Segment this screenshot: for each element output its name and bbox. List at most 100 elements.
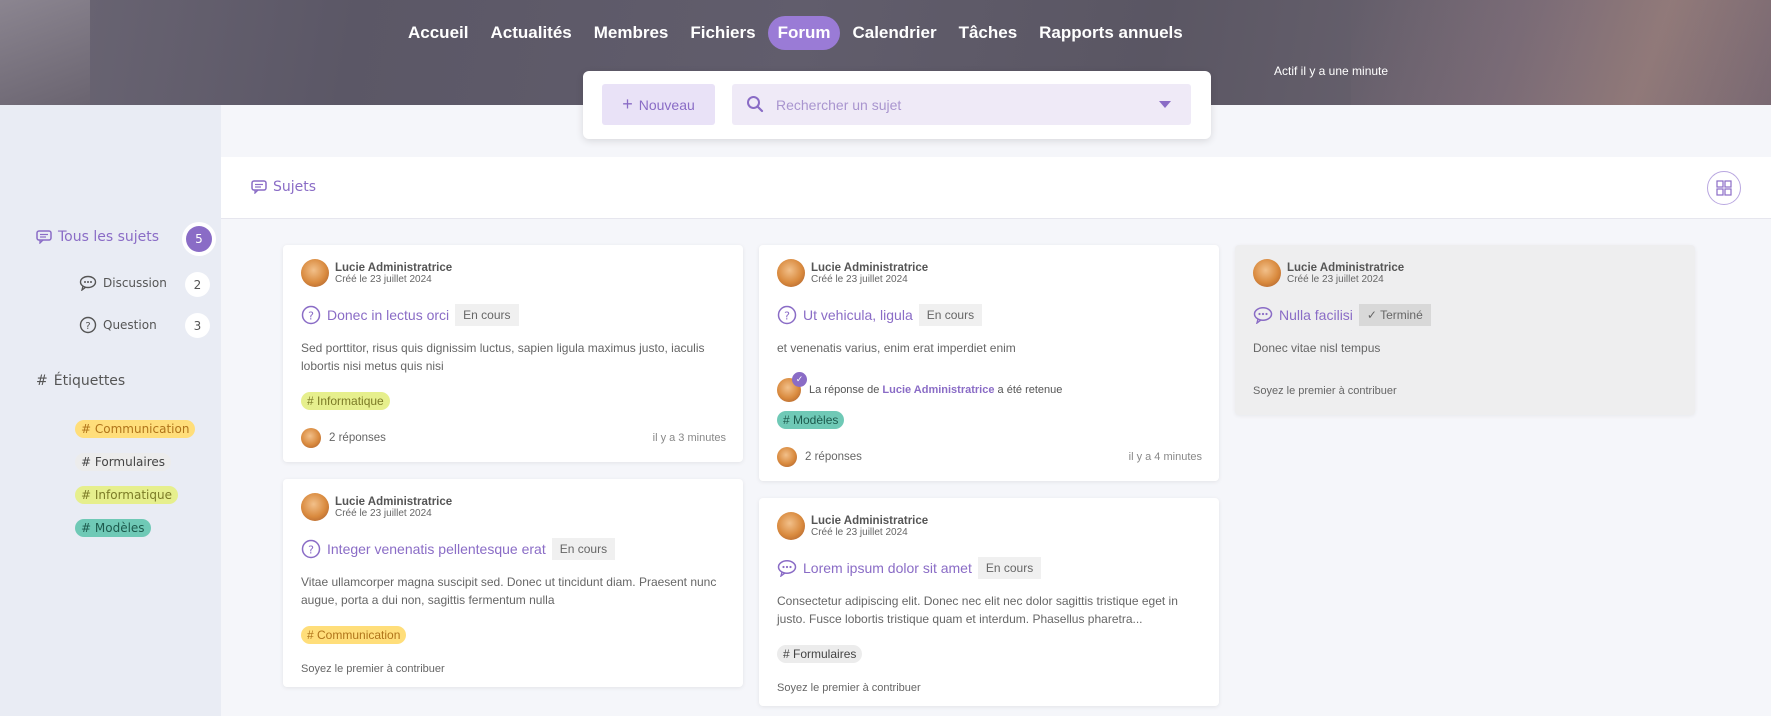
- page-title: Sujets: [251, 179, 316, 195]
- grid-view-toggle[interactable]: [1707, 171, 1741, 205]
- nav-item-calendrier[interactable]: Calendrier: [842, 16, 946, 50]
- topic-excerpt: Sed porttitor, risus quis dignissim luct…: [301, 341, 705, 373]
- sidebar-tag-modeles[interactable]: # Modèles: [75, 519, 151, 537]
- reply-count[interactable]: 2 réponses: [805, 451, 862, 463]
- nav-item-taches[interactable]: Tâches: [949, 16, 1028, 50]
- topic-card[interactable]: Lucie Administratrice Créé le 23 juillet…: [283, 245, 743, 462]
- topic-card[interactable]: Lucie Administratrice Créé le 23 juillet…: [283, 479, 743, 687]
- chevron-down-icon[interactable]: [1159, 101, 1171, 108]
- card-title-row: ? Donec in lectus orci En cours: [301, 304, 519, 326]
- discussion-count: 2: [185, 272, 210, 297]
- avatar: ✓: [777, 372, 807, 402]
- sidebar-item-label: Discussion: [103, 276, 167, 290]
- chat-bubble-icon: [777, 560, 797, 577]
- card-footer: 2 réponses: [777, 447, 862, 467]
- nav-item-fichiers[interactable]: Fichiers: [680, 16, 765, 50]
- nav-item-actualites[interactable]: Actualités: [480, 16, 581, 50]
- new-topic-button[interactable]: + Nouveau: [602, 84, 715, 125]
- topic-title[interactable]: Nulla facilisi: [1279, 307, 1353, 323]
- search-input[interactable]: [776, 84, 1146, 125]
- topic-excerpt: Consectetur adipiscing elit. Donec nec e…: [777, 594, 1178, 626]
- status-badge: En cours: [551, 538, 616, 560]
- nav-item-accueil[interactable]: Accueil: [398, 16, 478, 50]
- sidebar-item-label: Question: [103, 318, 157, 332]
- main-header: Sujets: [221, 157, 1771, 219]
- status-badge: En cours: [977, 557, 1042, 579]
- search-field: [732, 84, 1191, 125]
- search-panel: + Nouveau: [583, 71, 1211, 139]
- chat-bubble-icon: [1253, 307, 1273, 324]
- avatar: [777, 259, 805, 287]
- activity-status: Actif il y a une minute: [1274, 64, 1389, 78]
- sidebar-item-all-topics[interactable]: Tous les sujets: [36, 229, 159, 245]
- banner-decoration: [0, 0, 90, 105]
- topic-excerpt: Vitae ullamcorper magna suscipit sed. Do…: [301, 575, 717, 607]
- sidebar: Tous les sujets 5 Discussion 2 ? Questio…: [0, 105, 221, 716]
- first-contribution-link[interactable]: Soyez le premier à contribuer: [777, 682, 921, 694]
- card-author: Lucie Administratrice Créé le 23 juillet…: [301, 493, 452, 521]
- topic-card[interactable]: Lucie Administratrice Créé le 23 juillet…: [759, 245, 1219, 481]
- check-icon: ✓: [1366, 308, 1381, 322]
- hash-icon: #: [36, 373, 48, 389]
- svg-text:?: ?: [308, 310, 314, 323]
- svg-text:?: ?: [85, 321, 90, 332]
- last-activity-time: il y a 4 minutes: [1128, 451, 1202, 463]
- banner-decoration: [1351, 0, 1771, 105]
- topic-tag[interactable]: # Communication: [301, 626, 407, 644]
- topics-grid: Lucie Administratrice Créé le 23 juillet…: [221, 219, 1771, 716]
- main-nav: Accueil Actualités Membres Fichiers Foru…: [398, 16, 1195, 50]
- topic-tag[interactable]: # Formulaires: [777, 645, 863, 663]
- chat-bubble-icon: [79, 275, 97, 291]
- card-title-row: Lorem ipsum dolor sit amet En cours: [777, 557, 1042, 579]
- sidebar-tag-informatique[interactable]: # Informatique: [75, 486, 178, 504]
- question-count: 3: [185, 313, 210, 338]
- all-topics-count: 5: [186, 226, 212, 252]
- search-icon: [747, 96, 764, 113]
- first-contribution-link[interactable]: Soyez le premier à contribuer: [301, 663, 445, 675]
- tags-section-title: # Étiquettes: [36, 373, 126, 389]
- question-circle-icon: ?: [79, 316, 97, 334]
- topic-title[interactable]: Donec in lectus orci: [327, 307, 449, 323]
- card-title-row: ? Ut vehicula, ligula En cours: [777, 304, 983, 326]
- topic-card[interactable]: Lucie Administratrice Créé le 23 juillet…: [759, 498, 1219, 706]
- card-title-row: Nulla facilisi ✓ Terminé: [1253, 304, 1431, 326]
- plus-icon: +: [622, 94, 633, 114]
- accepted-answer: ✓ La réponse de Lucie Administratrice a …: [777, 372, 1062, 402]
- topic-excerpt: Donec vitae nisl tempus: [1253, 341, 1381, 355]
- topic-tag[interactable]: # Informatique: [301, 392, 390, 410]
- question-circle-icon: ?: [301, 305, 321, 325]
- sidebar-item-label: Tous les sujets: [58, 229, 160, 245]
- last-activity-time: il y a 3 minutes: [652, 432, 726, 444]
- sidebar-tag-formulaires[interactable]: # Formulaires: [75, 453, 172, 471]
- svg-text:?: ?: [308, 544, 314, 557]
- card-footer: 2 réponses: [301, 428, 386, 448]
- status-badge: En cours: [918, 304, 983, 326]
- sidebar-tag-communication[interactable]: # Communication: [75, 420, 196, 438]
- avatar: [777, 447, 797, 467]
- card-author: Lucie Administratrice Créé le 23 juillet…: [777, 512, 928, 540]
- avatar: [777, 512, 805, 540]
- main-content: Sujets Lucie Administratrice Créé le 23 …: [221, 157, 1771, 716]
- nav-item-forum[interactable]: Forum: [767, 16, 841, 50]
- grid-icon: [1716, 180, 1732, 196]
- sidebar-item-discussion[interactable]: Discussion: [79, 275, 167, 291]
- topic-title[interactable]: Ut vehicula, ligula: [803, 307, 913, 323]
- topic-card[interactable]: Lucie Administratrice Créé le 23 juillet…: [1235, 245, 1695, 415]
- avatar: [301, 493, 329, 521]
- topic-title[interactable]: Integer venenatis pellentesque erat: [327, 541, 546, 557]
- avatar: [301, 428, 321, 448]
- nav-item-rapports-annuels[interactable]: Rapports annuels: [1029, 16, 1193, 50]
- topics-icon: [36, 230, 52, 244]
- card-author: Lucie Administratrice Créé le 23 juillet…: [777, 259, 928, 287]
- nav-item-membres[interactable]: Membres: [584, 16, 679, 50]
- topic-tag[interactable]: # Modèles: [777, 411, 845, 429]
- avatar: [301, 259, 329, 287]
- card-author: Lucie Administratrice Créé le 23 juillet…: [301, 259, 452, 287]
- check-icon: ✓: [792, 372, 807, 387]
- sidebar-item-question[interactable]: ? Question: [79, 316, 157, 334]
- topic-excerpt: et venenatis varius, enim erat imperdiet…: [777, 341, 1016, 355]
- topic-title[interactable]: Lorem ipsum dolor sit amet: [803, 560, 972, 576]
- topics-icon: [251, 180, 267, 194]
- first-contribution-link[interactable]: Soyez le premier à contribuer: [1253, 385, 1397, 397]
- reply-count[interactable]: 2 réponses: [329, 432, 386, 444]
